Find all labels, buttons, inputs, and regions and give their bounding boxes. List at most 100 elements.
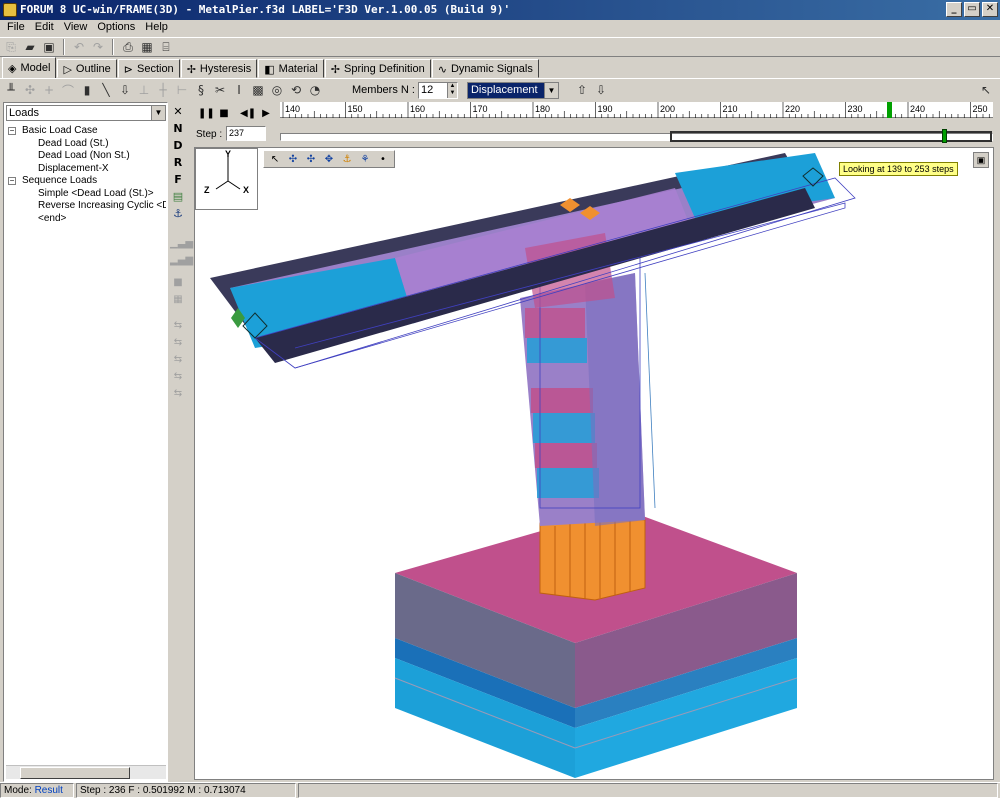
move-icon-3[interactable]: ⇆	[170, 352, 186, 368]
slider-current-marker[interactable]	[942, 129, 947, 143]
node-icon[interactable]: ✣	[22, 82, 38, 98]
collapse-icon[interactable]: −	[8, 127, 16, 135]
close-icon[interactable]: ✕	[170, 104, 186, 120]
zoom-icon[interactable]: ⚘	[357, 152, 373, 167]
step-ruler[interactable]: 140 150 160 170 180 190 200 210 220 230 240 250	[280, 102, 993, 118]
menu-edit[interactable]: Edit	[30, 20, 59, 36]
spring-tool-icon[interactable]: §	[193, 82, 209, 98]
menu-file[interactable]: File	[2, 20, 30, 36]
window-title: FORUM 8 UC-win/FRAME(3D) - MetalPier.f3d…	[20, 3, 511, 16]
tree-node-dead-load-st[interactable]: Dead Load (St.)	[6, 138, 166, 151]
menu-help[interactable]: Help	[140, 20, 173, 36]
tree-node-end[interactable]: <end>	[6, 213, 166, 226]
loads-combo[interactable]: Loads ▼	[6, 105, 166, 121]
step-back-icon[interactable]: ◀❚	[240, 106, 256, 122]
clock-icon[interactable]: ◔	[307, 82, 323, 98]
dim-icon[interactable]: ⊢	[174, 82, 190, 98]
tab-section[interactable]: ⊳ Section	[117, 59, 180, 78]
tree-node-basic-load-case[interactable]: − Basic Load Case	[6, 125, 166, 138]
loads-tree: − Basic Load Case Dead Load (St.) Dead Lo…	[6, 125, 166, 225]
move-icon-4[interactable]: ⇆	[170, 369, 186, 385]
select-pointer-icon[interactable]: ↖	[267, 152, 283, 167]
toggle-r[interactable]: R	[170, 155, 186, 171]
arc-icon[interactable]: ⌒	[60, 82, 76, 98]
redo-icon[interactable]: ↷	[90, 39, 106, 55]
anchor-icon[interactable]: ⚓	[339, 152, 355, 167]
menu-view[interactable]: View	[59, 20, 93, 36]
move-icon[interactable]: ⇆	[170, 318, 186, 334]
toggle-f[interactable]: F	[170, 172, 186, 188]
tab-spring-definition[interactable]: ✢ Spring Definition	[324, 59, 431, 78]
main-toolbar: ⎘ ▰ ▣ ↶ ↷ ⎙ ▦ ⌸	[0, 37, 1000, 57]
spiral-icon[interactable]: ◎	[269, 82, 285, 98]
pin-icon[interactable]: ⊥	[136, 82, 152, 98]
move-icon-2[interactable]: ⇆	[170, 335, 186, 351]
rotate-y-icon[interactable]: ✣	[303, 152, 319, 167]
result-type-select[interactable]: Displacement ▼	[466, 81, 559, 99]
tree-node-dead-load-non-st[interactable]: Dead Load (Non St.)	[6, 150, 166, 163]
line-icon[interactable]: ╲	[98, 82, 114, 98]
open-icon[interactable]: ▰	[22, 39, 38, 55]
play-icon[interactable]: ▶	[258, 106, 274, 122]
toggle-d[interactable]: D	[170, 138, 186, 154]
square-icon[interactable]: ■	[170, 275, 186, 291]
download-icon[interactable]: ⇩	[593, 82, 609, 98]
step-input[interactable]: 237	[226, 126, 266, 141]
member-icon[interactable]: ▮	[79, 82, 95, 98]
maximize-button[interactable]: ▭	[964, 2, 980, 17]
step-range-slider[interactable]	[280, 129, 993, 144]
tab-model[interactable]: ◈ Model	[2, 57, 57, 78]
hysteresis-icon: ✢	[186, 63, 196, 76]
toggle-n[interactable]: N	[170, 121, 186, 137]
tree-node-displacement-x[interactable]: Displacement-X	[6, 163, 166, 176]
window-toggle-icon[interactable]: ▣	[973, 152, 989, 168]
ibeam-icon[interactable]: Ⅰ	[231, 82, 247, 98]
tab-dynamic-signals[interactable]: ∿ Dynamic Signals	[431, 59, 539, 78]
calculator-icon[interactable]: ▦	[139, 39, 155, 55]
collapse-icon[interactable]: −	[8, 177, 16, 185]
print-icon[interactable]: ⎙	[120, 39, 136, 55]
3d-viewport[interactable]: Y Z X ↖ ✣ ✣ ✥ ⚓ ⚘ • Looking at 139 to 25…	[194, 147, 994, 780]
grid-icon[interactable]: ▩	[250, 82, 266, 98]
scroll-thumb[interactable]	[20, 767, 130, 779]
pause-icon[interactable]: ❚❚	[198, 106, 215, 122]
save-icon[interactable]: ▣	[41, 39, 57, 55]
histogram-icon[interactable]: ▂▄▆	[170, 253, 193, 269]
chevron-down-icon: ▼	[151, 106, 165, 120]
structure-icon[interactable]: ⚓	[170, 206, 186, 222]
ruler-tick-label: 170	[473, 104, 488, 114]
cross-icon[interactable]: ┼	[155, 82, 171, 98]
dot-icon[interactable]: •	[375, 152, 391, 167]
add-node-icon[interactable]: +	[41, 82, 57, 98]
frame-icon[interactable]: ⌸	[158, 39, 174, 55]
bar-chart-icon[interactable]: ▁▃▅	[170, 236, 193, 252]
rotate-icon[interactable]: ⟲	[288, 82, 304, 98]
load-icon[interactable]: ⇩	[117, 82, 133, 98]
signal-icon: ∿	[437, 63, 447, 76]
move-icon-5[interactable]: ⇆	[170, 386, 186, 402]
support-icon[interactable]: ╨	[3, 82, 19, 98]
stop-icon[interactable]: ■	[216, 106, 232, 122]
members-stepper[interactable]: 12 ▲ ▼	[417, 81, 458, 99]
horizontal-scrollbar[interactable]	[6, 765, 166, 779]
tab-hysteresis[interactable]: ✢ Hysteresis	[180, 59, 258, 78]
layer-icon[interactable]: ▤	[170, 189, 186, 205]
upload-icon[interactable]: ⇧	[574, 82, 590, 98]
pointer-icon[interactable]: ↖	[978, 82, 994, 98]
tab-outline[interactable]: ▷ Outline	[57, 59, 117, 78]
tab-material[interactable]: ◧ Material	[258, 59, 324, 78]
menu-options[interactable]: Options	[92, 20, 140, 36]
undo-icon[interactable]: ↶	[71, 39, 87, 55]
tree-node-sequence-loads[interactable]: − Sequence Loads	[6, 175, 166, 188]
tree-node-reverse-cyclic[interactable]: Reverse Increasing Cyclic <Displac	[6, 200, 166, 213]
minimize-button[interactable]: _	[946, 2, 962, 17]
scissors-icon[interactable]: ✂	[212, 82, 228, 98]
ruler-tick-label: 240	[910, 104, 925, 114]
new-icon[interactable]: ⎘	[3, 39, 19, 55]
table-icon[interactable]: ▦	[170, 292, 186, 308]
close-button[interactable]: ✕	[982, 2, 998, 17]
tree-node-simple[interactable]: Simple <Dead Load (St.)>	[6, 188, 166, 201]
rotate-x-icon[interactable]: ✣	[285, 152, 301, 167]
status-empty	[298, 783, 998, 798]
pan-icon[interactable]: ✥	[321, 152, 337, 167]
